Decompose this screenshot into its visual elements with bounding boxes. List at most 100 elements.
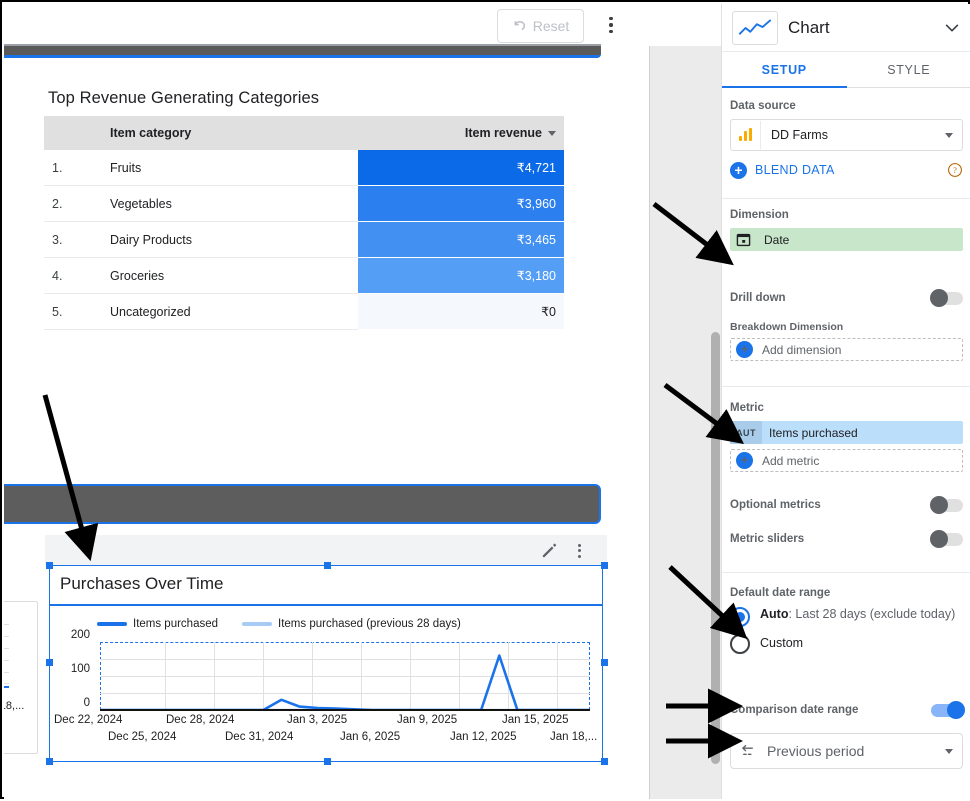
table-row[interactable]: 5.Uncategorized₹0	[44, 294, 564, 330]
dropdown-caret-icon	[945, 749, 953, 754]
help-circle-icon[interactable]: ?	[947, 162, 963, 178]
resize-handle-br[interactable]	[601, 758, 608, 765]
table-row[interactable]: 3.Dairy Products₹3,465	[44, 222, 564, 258]
compare-arrows-icon	[731, 743, 765, 759]
app-window: Reset Top Revenue Generating Categories …	[0, 0, 970, 799]
date-range-custom-label: Custom	[760, 635, 803, 652]
x-tick-label: Dec 25, 2024	[108, 731, 176, 743]
partial-axis	[4, 686, 9, 688]
cell-revenue: ₹0	[358, 294, 564, 330]
chart-plot-area	[100, 642, 590, 710]
metric-chip-items-purchased[interactable]: AUT Items purchased	[730, 421, 963, 444]
resize-handle-mr[interactable]	[601, 659, 608, 666]
comparison-date-range-section: Comparison date range Previous period	[722, 698, 970, 769]
tab-style[interactable]: STYLE	[847, 52, 970, 87]
metric-chip-label: Items purchased	[762, 426, 858, 440]
divider-3	[722, 572, 970, 573]
y-tick-label: 200	[71, 629, 90, 641]
resize-handle-bc[interactable]	[324, 758, 331, 765]
canvas-more-vertical-icon[interactable]	[601, 14, 621, 36]
chart-canvas: Purchases Over Time Items purchased Items…	[49, 565, 603, 762]
tab-setup[interactable]: SETUP	[722, 52, 847, 87]
resize-handle-ml[interactable]	[46, 659, 53, 666]
cell-rank: 1.	[44, 150, 102, 186]
col-revenue-header[interactable]: Item revenue	[358, 116, 564, 150]
dark-block-widget[interactable]	[4, 484, 601, 524]
table-widget[interactable]: Top Revenue Generating Categories Item c…	[44, 89, 564, 330]
pencil-icon[interactable]	[540, 541, 559, 560]
dimension-label: Dimension	[730, 209, 963, 221]
chart-widget-toolbar	[45, 535, 607, 565]
comparison-period-select[interactable]: Previous period	[730, 733, 963, 769]
cell-revenue: ₹4,721	[358, 150, 564, 186]
date-range-auto-option[interactable]: Auto: Last 28 days (exclude today)	[730, 606, 963, 627]
undo-icon	[512, 19, 527, 33]
analytics-bars-icon	[731, 121, 761, 149]
date-range-auto-text: Auto: Last 28 days (exclude today)	[760, 606, 955, 623]
report-canvas: Reset Top Revenue Generating Categories …	[4, 4, 649, 799]
panel-header: Chart	[722, 4, 970, 52]
col-rank-header	[44, 116, 102, 150]
blend-data-row[interactable]: + BLEND DATA ?	[730, 157, 963, 183]
radio-auto[interactable]	[730, 607, 750, 627]
cell-rank: 5.	[44, 294, 102, 330]
legend-item[interactable]: Items purchased	[97, 618, 218, 630]
optional-metrics-label: Optional metrics	[730, 499, 821, 511]
legend-item[interactable]: Items purchased (previous 28 days)	[242, 618, 461, 630]
date-range-custom-option[interactable]: Custom	[730, 633, 963, 654]
table-body: 1.Fruits₹4,7212.Vegetables₹3,9603.Dairy …	[44, 150, 564, 330]
blend-data-label: BLEND DATA	[755, 163, 947, 177]
radio-custom[interactable]	[730, 634, 750, 654]
chart-series-lines	[100, 642, 590, 710]
table-row[interactable]: 1.Fruits₹4,721	[44, 150, 564, 186]
table-row[interactable]: 2.Vegetables₹3,960	[44, 186, 564, 222]
chevron-down-icon[interactable]	[943, 19, 961, 37]
cell-revenue: ₹3,465	[358, 222, 564, 258]
resize-handle-tl[interactable]	[46, 562, 53, 569]
x-tick-label: Dec 22, 2024	[54, 714, 122, 726]
top-dark-widget[interactable]	[4, 46, 601, 58]
partial-chart-card[interactable]: Jan 18,...	[4, 601, 38, 754]
chart-widget[interactable]: Purchases Over Time Items purchased Items…	[45, 535, 607, 765]
line-chart-icon[interactable]	[732, 11, 778, 45]
chart-more-vertical-icon[interactable]	[571, 541, 587, 560]
drill-down-section: Drill down	[722, 286, 970, 310]
comparison-date-range-toggle[interactable]	[931, 704, 963, 717]
drill-down-toggle[interactable]	[931, 292, 963, 305]
metric-sliders-toggle[interactable]	[931, 533, 963, 546]
calendar-icon	[730, 228, 756, 251]
add-metric-button[interactable]: + Add metric	[730, 449, 963, 472]
data-source-select[interactable]: DD Farms	[730, 119, 963, 151]
reset-button[interactable]: Reset	[497, 9, 584, 43]
legend-swatch	[242, 622, 272, 626]
dimension-chip-label: Date	[756, 233, 789, 247]
divider-1	[722, 198, 970, 199]
chart-x-axis-line	[100, 709, 590, 711]
add-dimension-button[interactable]: + Add dimension	[730, 338, 963, 361]
add-dimension-label: Add dimension	[762, 343, 841, 357]
cell-rank: 3.	[44, 222, 102, 258]
dimension-chip-date[interactable]: Date	[730, 228, 963, 251]
default-date-range-label: Default date range	[730, 587, 963, 599]
partial-x-label: Jan 18,...	[4, 700, 24, 712]
divider-2	[722, 386, 970, 387]
dropdown-caret-icon	[945, 133, 953, 138]
resize-handle-tr[interactable]	[601, 562, 608, 569]
x-tick-label: Jan 18,...	[550, 731, 597, 743]
revenue-table: Item category Item revenue 1.Fruits₹4,72…	[44, 116, 564, 330]
resize-handle-tc[interactable]	[324, 562, 331, 569]
data-source-label: Data source	[730, 100, 963, 112]
table-row[interactable]: 4.Groceries₹3,180	[44, 258, 564, 294]
panel-scrollbar-thumb[interactable]	[711, 332, 720, 764]
cell-rank: 2.	[44, 186, 102, 222]
metric-section: Metric AUT Items purchased + Add metric	[722, 402, 970, 472]
comparison-date-range-row: Comparison date range	[730, 698, 963, 722]
cell-category: Dairy Products	[102, 222, 358, 258]
plus-circle-icon: +	[736, 452, 753, 469]
legend-label: Items purchased (previous 28 days)	[278, 618, 461, 630]
resize-handle-bl[interactable]	[46, 758, 53, 765]
optional-metrics-toggle[interactable]	[931, 499, 963, 512]
drill-down-label: Drill down	[730, 292, 786, 304]
chart-title: Purchases Over Time	[60, 574, 223, 594]
col-category-header[interactable]: Item category	[102, 116, 358, 150]
